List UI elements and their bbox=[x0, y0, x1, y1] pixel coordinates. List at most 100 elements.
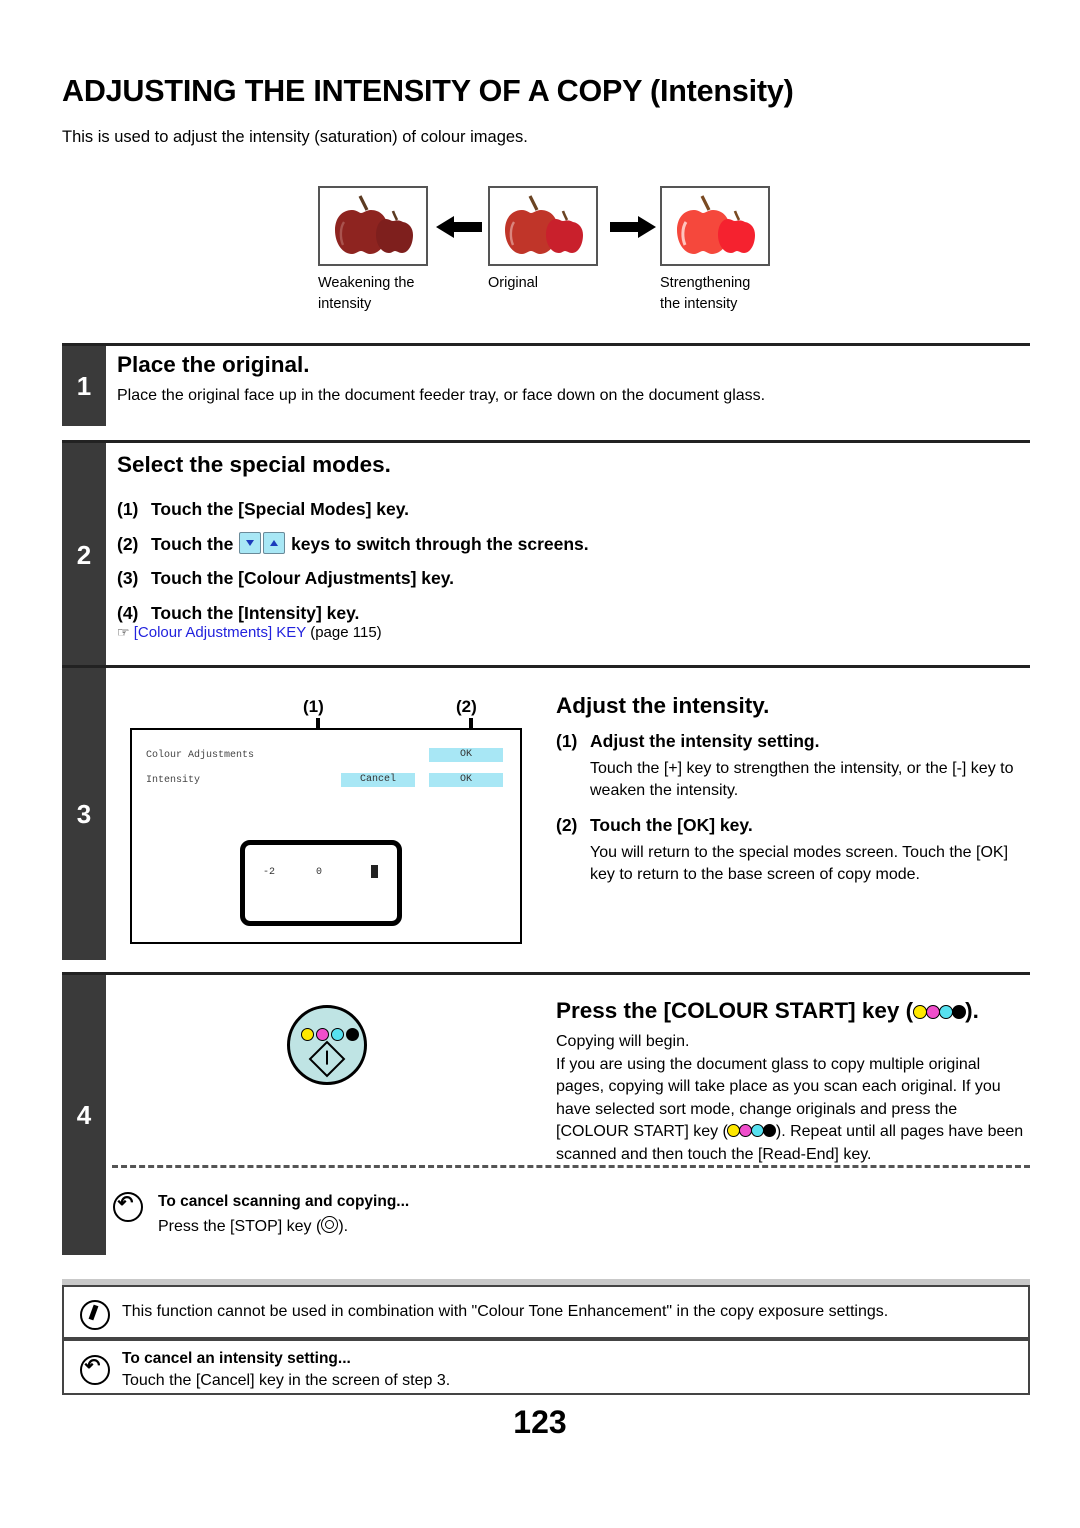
comparison-original-caption: Original bbox=[488, 275, 538, 291]
step-2-substep-3: (3) Touch the [Colour Adjustments] key. bbox=[117, 561, 997, 596]
step-4-divider bbox=[62, 972, 1030, 975]
comparison-strong: Strengthening the intensity bbox=[660, 186, 770, 315]
colour-start-button-illustration[interactable] bbox=[287, 1005, 367, 1085]
apple-image-strong bbox=[660, 186, 770, 266]
note-2-title: To cancel an intensity setting... bbox=[122, 1350, 351, 1367]
note-pencil-icon bbox=[80, 1300, 110, 1330]
note-box-2: ↶ To cancel an intensity setting... Touc… bbox=[62, 1339, 1030, 1395]
step-4-heading: Press the [COLOUR START] key (). bbox=[556, 998, 979, 1024]
lcd-callout-2-label: (2) bbox=[456, 697, 477, 716]
arrow-right-icon bbox=[608, 214, 656, 240]
step-3-substep-2: (2) Touch the [OK] key. You will return t… bbox=[556, 815, 1026, 886]
lcd-intensity-label: Intensity bbox=[146, 775, 201, 786]
lcd-ok-button[interactable]: OK bbox=[429, 773, 503, 787]
step-3-heading: Adjust the intensity. bbox=[556, 693, 770, 718]
lcd-cancel-button[interactable]: Cancel bbox=[341, 773, 415, 787]
step-4-heading-text: Press the [COLOUR START] key ( bbox=[556, 998, 914, 1023]
substep-title: Adjust the intensity setting. bbox=[590, 731, 820, 751]
manual-page: ADJUSTING THE INTENSITY OF A COPY (Inten… bbox=[0, 0, 1080, 1528]
reference-page-text: (page 115) bbox=[310, 624, 382, 641]
start-power-symbol-icon bbox=[308, 1040, 346, 1078]
substep-text: Touch the bbox=[151, 533, 234, 554]
lcd-value-current: 0 bbox=[316, 867, 323, 878]
step-3-number: 3 bbox=[62, 668, 106, 960]
step-3-substep-1: (1) Adjust the intensity setting. Touch t… bbox=[556, 731, 1026, 802]
lcd-slider-handle-icon[interactable] bbox=[371, 865, 378, 878]
step-4-body: Copying will begin. If you are using the… bbox=[556, 1031, 1030, 1166]
cancel-text-after: ). bbox=[338, 1218, 349, 1235]
note-box-1: This function cannot be used in combinat… bbox=[62, 1285, 1030, 1339]
step-4-cancel-title: To cancel scanning and copying... bbox=[158, 1193, 410, 1210]
reference-link-text[interactable]: [Colour Adjustments] KEY bbox=[134, 624, 306, 641]
intensity-comparison-figure: Weakening the intensity Original Strengt… bbox=[318, 186, 770, 312]
step-4-cancel-text: Press the [STOP] key (). bbox=[158, 1216, 348, 1236]
step-4-dashed-divider bbox=[112, 1165, 1030, 1168]
step-1-divider bbox=[62, 343, 1030, 346]
substep-number: (3) bbox=[117, 568, 139, 588]
step-4-body-paragraph: If you are using the document glass to c… bbox=[556, 1054, 1030, 1167]
step-4-number: 4 bbox=[62, 975, 106, 1255]
step-1-number: 1 bbox=[62, 346, 106, 426]
step-1-heading: Place the original. bbox=[117, 352, 310, 377]
magenta-dot-icon bbox=[316, 1028, 329, 1042]
substep-text: Touch the [Special Modes] key. bbox=[151, 499, 410, 519]
apple-image-original bbox=[488, 186, 598, 266]
lcd-colour-adjustments-label: Colour Adjustments bbox=[146, 750, 255, 761]
comparison-strong-caption: Strengthening the intensity bbox=[660, 275, 751, 312]
lcd-ok-button-top[interactable]: OK bbox=[429, 748, 503, 762]
substep-text-tail: keys to switch through the screens. bbox=[291, 533, 589, 554]
cancel-arrow-glyph: ↶ bbox=[84, 1356, 101, 1377]
note-1-text: This function cannot be used in combinat… bbox=[122, 1303, 889, 1320]
magenta-dot-icon bbox=[925, 1005, 940, 1019]
step-2-divider bbox=[62, 440, 1030, 443]
page-title: ADJUSTING THE INTENSITY OF A COPY (Inten… bbox=[62, 74, 794, 108]
stop-key-icon bbox=[321, 1216, 339, 1233]
step-3-divider bbox=[62, 665, 1030, 668]
pointing-hand-icon: ☞ bbox=[117, 624, 130, 640]
cyan-dot-icon bbox=[331, 1028, 344, 1042]
arrow-left-icon bbox=[436, 214, 484, 240]
step-2-reference[interactable]: ☞ [Colour Adjustments] KEY (page 115) bbox=[117, 624, 382, 641]
step-2-substeps: (1) Touch the [Special Modes] key. (2) Tou… bbox=[117, 492, 997, 630]
intro-text: This is used to adjust the intensity (sa… bbox=[62, 128, 528, 146]
step-2-heading: Select the special modes. bbox=[117, 452, 391, 477]
cancel-arrow-icon: ↶ bbox=[80, 1355, 110, 1385]
substep-number: (1) bbox=[556, 731, 578, 751]
black-dot-icon bbox=[346, 1028, 359, 1042]
apple-image-weak bbox=[318, 186, 428, 266]
substep-number: (1) bbox=[117, 499, 139, 519]
lcd-value-min: -2 bbox=[263, 867, 276, 878]
step-3-substep-2-body: You will return to the special modes scr… bbox=[590, 844, 1009, 883]
substep-title: Touch the [OK] key. bbox=[590, 815, 753, 835]
lcd-screen-mockup: Colour Adjustments OK Intensity Cancel O… bbox=[130, 728, 522, 944]
step-3-substep-1-body: Touch the [+] key to strengthen the inte… bbox=[590, 760, 1014, 799]
step-4-heading-tail: ). bbox=[965, 998, 979, 1023]
step-2-number: 2 bbox=[62, 443, 106, 668]
step-1-body: Place the original face up in the docume… bbox=[117, 387, 766, 404]
substep-text: Touch the [Intensity] key. bbox=[151, 602, 360, 623]
black-dot-icon bbox=[951, 1005, 966, 1019]
comparison-weak-caption: Weakening the intensity bbox=[318, 275, 415, 312]
lcd-callout-1-label: (1) bbox=[303, 697, 324, 716]
cyan-dot-icon bbox=[938, 1005, 953, 1019]
page-number: 123 bbox=[513, 1404, 567, 1440]
substep-number: (2) bbox=[117, 533, 139, 554]
scroll-down-key-icon[interactable] bbox=[239, 531, 262, 554]
step-4-body-line1: Copying will begin. bbox=[556, 1033, 690, 1050]
black-dot-icon bbox=[763, 1124, 777, 1137]
cmyk-indicator-row bbox=[301, 1026, 361, 1044]
step-2-substep-2: (2) Touch the keys to switch through the … bbox=[117, 527, 997, 562]
cancel-arrow-icon: ↶ bbox=[113, 1192, 143, 1222]
cancel-text-before: Press the [STOP] key ( bbox=[158, 1218, 322, 1235]
substep-number: (2) bbox=[556, 815, 578, 835]
step-3-substep-1-title: (1) Adjust the intensity setting. bbox=[556, 731, 1026, 752]
comparison-weak: Weakening the intensity bbox=[318, 186, 428, 315]
note-2-text: Touch the [Cancel] key in the screen of … bbox=[122, 1372, 451, 1389]
step-2-substep-1: (1) Touch the [Special Modes] key. bbox=[117, 492, 997, 527]
yellow-dot-icon bbox=[912, 1005, 927, 1019]
scroll-up-key-icon[interactable] bbox=[263, 531, 286, 554]
yellow-dot-icon bbox=[301, 1028, 314, 1042]
cancel-arrow-glyph: ↶ bbox=[117, 1193, 134, 1214]
lcd-intensity-slider-area[interactable]: -2 0 bbox=[240, 840, 402, 926]
substep-text: Touch the [Colour Adjustments] key. bbox=[151, 568, 455, 588]
